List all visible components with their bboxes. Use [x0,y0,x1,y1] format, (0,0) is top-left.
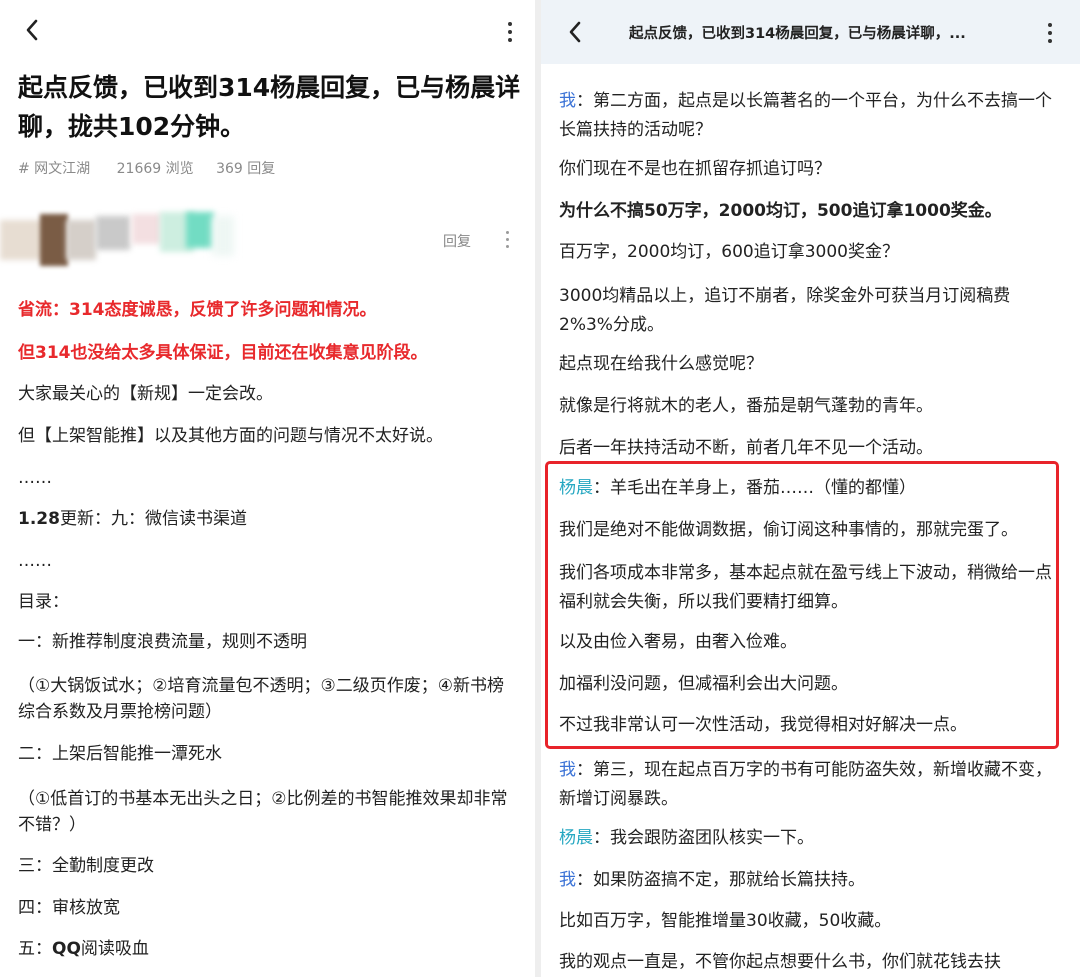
toc-item-3: 三：全勤制度更改 [18,856,154,876]
summary-line-2: 但314也没给太多具体保证，目前还在收集意见阶段。 [18,343,428,363]
dialog-line-6: 起点现在给我什么感觉呢？ [559,354,763,374]
dialog-line-15: 我：第三，现在起点百万字的书有可能防盗失效，新增收藏不变，新增订阅暴跌。 [559,760,1052,809]
dialog-line-5: 3000均精品以上，追订不崩者，除奖金外可获当月订阅稿费2%3%分成。 [559,286,1011,335]
view-count: 21669 浏览 [116,161,194,177]
back-button[interactable] [24,18,40,47]
toc-item-4: 四：审核放宽 [18,898,120,918]
reply-button[interactable]: 回复 [443,231,471,251]
toc-item-2: 二：上架后智能推一潭死水 [18,744,222,764]
speaker-label: 我 [559,870,576,890]
dialog-line-4: 百万字，2000均订，600追订拿3000奖金？ [559,242,899,262]
speaker-label: 杨晨 [559,478,593,498]
header-title: 起点反馈，已收到314杨晨回复，已与杨晨详聊，... [629,26,966,42]
ellipsis-1: …… [18,468,52,488]
back-button[interactable] [567,20,583,49]
update-line: 1.28更新：九：微信读书渠道 [18,509,247,529]
dialog-line-12: 以及由俭入奢易，由奢入俭难。 [559,632,797,652]
toc-item-2-detail: （①低首订的书基本无出头之日；②比例差的书智能推效果却非常不错？） [18,789,508,835]
dialog-line-3: 为什么不搞50万字，2000均订，500追订拿1000奖金。 [559,201,1002,221]
toc-item-1-detail: （①大锅饭试水；②培育流量包不透明；③二级页作废；④新书榜综合系数及月票抢榜问题… [18,676,504,722]
top-bar: 起点反馈，已收到314杨晨回复，已与杨晨详聊，... [541,0,1080,64]
body-line-4: 但【上架智能推】以及其他方面的问题与情况不太好说。 [18,426,443,446]
dialog-line-13: 加福利没问题，但减福利会出大问题。 [559,674,848,694]
dialog-line-2: 你们现在不是也在抓留存抓追订吗？ [559,159,831,179]
more-options-button[interactable] [1047,23,1053,47]
toc-heading: 目录： [18,592,69,612]
reply-more-button[interactable] [504,231,510,252]
ellipsis-2: …… [18,551,52,571]
toc-item-5: 五：QQ阅读吸血 [18,939,149,959]
topic-tag[interactable]: # 网文江湖 [18,161,90,177]
vertical-dots-icon [507,22,513,42]
toc-item-1: 一：新推荐制度浪费流量，规则不透明 [18,632,307,652]
dialog-line-10: 我们是绝对不能做调数据，偷订阅这种事情的，那就完蛋了。 [559,520,1018,540]
dialog-line-8: 后者一年扶持活动不断，前者几年不见一个活动。 [559,438,933,458]
dialog-line-7: 就像是行将就木的老人，番茄是朝气蓬勃的青年。 [559,396,933,416]
speaker-label: 我 [559,760,576,780]
avatar-blurred[interactable] [0,210,240,270]
dialog-line-19: 我的观点一直是，不管你起点想要什么书，你们就花钱去扶 [559,952,1001,972]
chevron-left-icon [569,21,581,43]
chevron-left-icon [26,19,38,41]
dialog-line-11: 我们各项成本非常多，基本起点就在盈亏线上下波动，稍微给一点福利就会失衡，所以我们… [559,563,1052,612]
dialog-line-17: 我：如果防盗搞不定，那就给长篇扶持。 [559,870,865,890]
dialog-line-1: 我：第二方面，起点是以长篇著名的一个平台，为什么不去搞一个长篇扶持的活动呢？ [559,91,1052,140]
more-options-button[interactable] [507,22,513,46]
dialog-line-18: 比如百万字，智能推增量30收藏，50收藏。 [559,911,892,931]
vertical-dots-icon [504,231,510,248]
post-title: 起点反馈，已收到314杨晨回复，已与杨晨详聊，拢共102分钟。 [18,73,521,141]
reply-count: 369 回复 [216,161,276,177]
dialog-line-14: 不过我非常认可一次性活动，我觉得相对好解决一点。 [559,715,967,735]
summary-line-1: 省流：314态度诚恳，反馈了许多问题和情况。 [18,300,377,320]
post-meta: # 网文江湖 21669 浏览 369 回复 [18,158,293,178]
dialog-line-16: 杨晨：我会跟防盗团队核实一下。 [559,828,814,848]
top-bar [0,0,535,64]
speaker-label: 杨晨 [559,828,593,848]
left-screenshot-panel: 起点反馈，已收到314杨晨回复，已与杨晨详聊，拢共102分钟。 # 网文江湖 2… [0,0,535,977]
dialog-line-9: 杨晨：羊毛出在羊身上，番茄……（懂的都懂） [559,478,916,498]
speaker-label: 我 [559,91,576,111]
body-line-3: 大家最关心的【新规】一定会改。 [18,384,273,404]
right-screenshot-panel: 起点反馈，已收到314杨晨回复，已与杨晨详聊，... 我：第二方面，起点是以长篇… [541,0,1080,977]
vertical-dots-icon [1047,23,1053,43]
